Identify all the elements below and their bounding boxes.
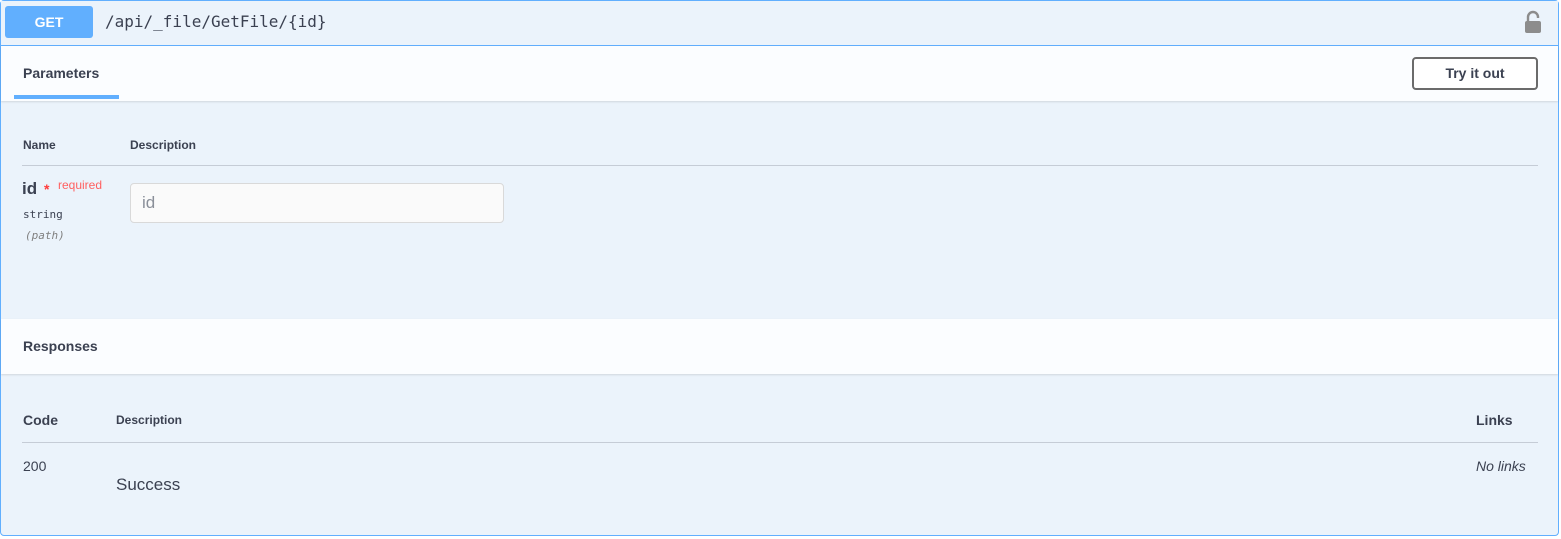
param-location: (path) (25, 229, 65, 242)
operation-block: GET /api/_file/GetFile/{id} Parameters T… (0, 0, 1559, 536)
responses-header: Responses (1, 319, 1558, 374)
responses-divider (22, 442, 1538, 443)
active-tab-indicator (14, 95, 119, 99)
lock-icon[interactable] (1523, 10, 1543, 34)
try-it-out-button[interactable]: Try it out (1412, 57, 1538, 90)
tab-parameters[interactable]: Parameters (23, 65, 99, 81)
response-code-column-header: Code (23, 412, 58, 428)
response-links: No links (1476, 458, 1526, 474)
param-name-column-header: Name (23, 138, 56, 152)
required-asterisk: * (44, 181, 50, 197)
required-label: required (58, 178, 103, 192)
parameters-divider (22, 165, 1538, 166)
operation-summary[interactable]: GET /api/_file/GetFile/{id} (1, 1, 1558, 46)
id-parameter-input[interactable] (130, 183, 504, 223)
response-status-code: 200 (23, 458, 47, 474)
responses-title: Responses (23, 338, 98, 354)
http-method-badge: GET (5, 6, 93, 38)
parameters-header: Parameters Try it out (1, 46, 1558, 101)
param-description-column-header: Description (130, 138, 197, 152)
endpoint-path: /api/_file/GetFile/{id} (105, 12, 327, 31)
param-type: string (23, 208, 63, 221)
response-description: Success (116, 475, 181, 494)
response-description-column-header: Description (116, 413, 183, 427)
param-name: id (22, 179, 38, 198)
response-links-column-header: Links (1476, 412, 1513, 428)
